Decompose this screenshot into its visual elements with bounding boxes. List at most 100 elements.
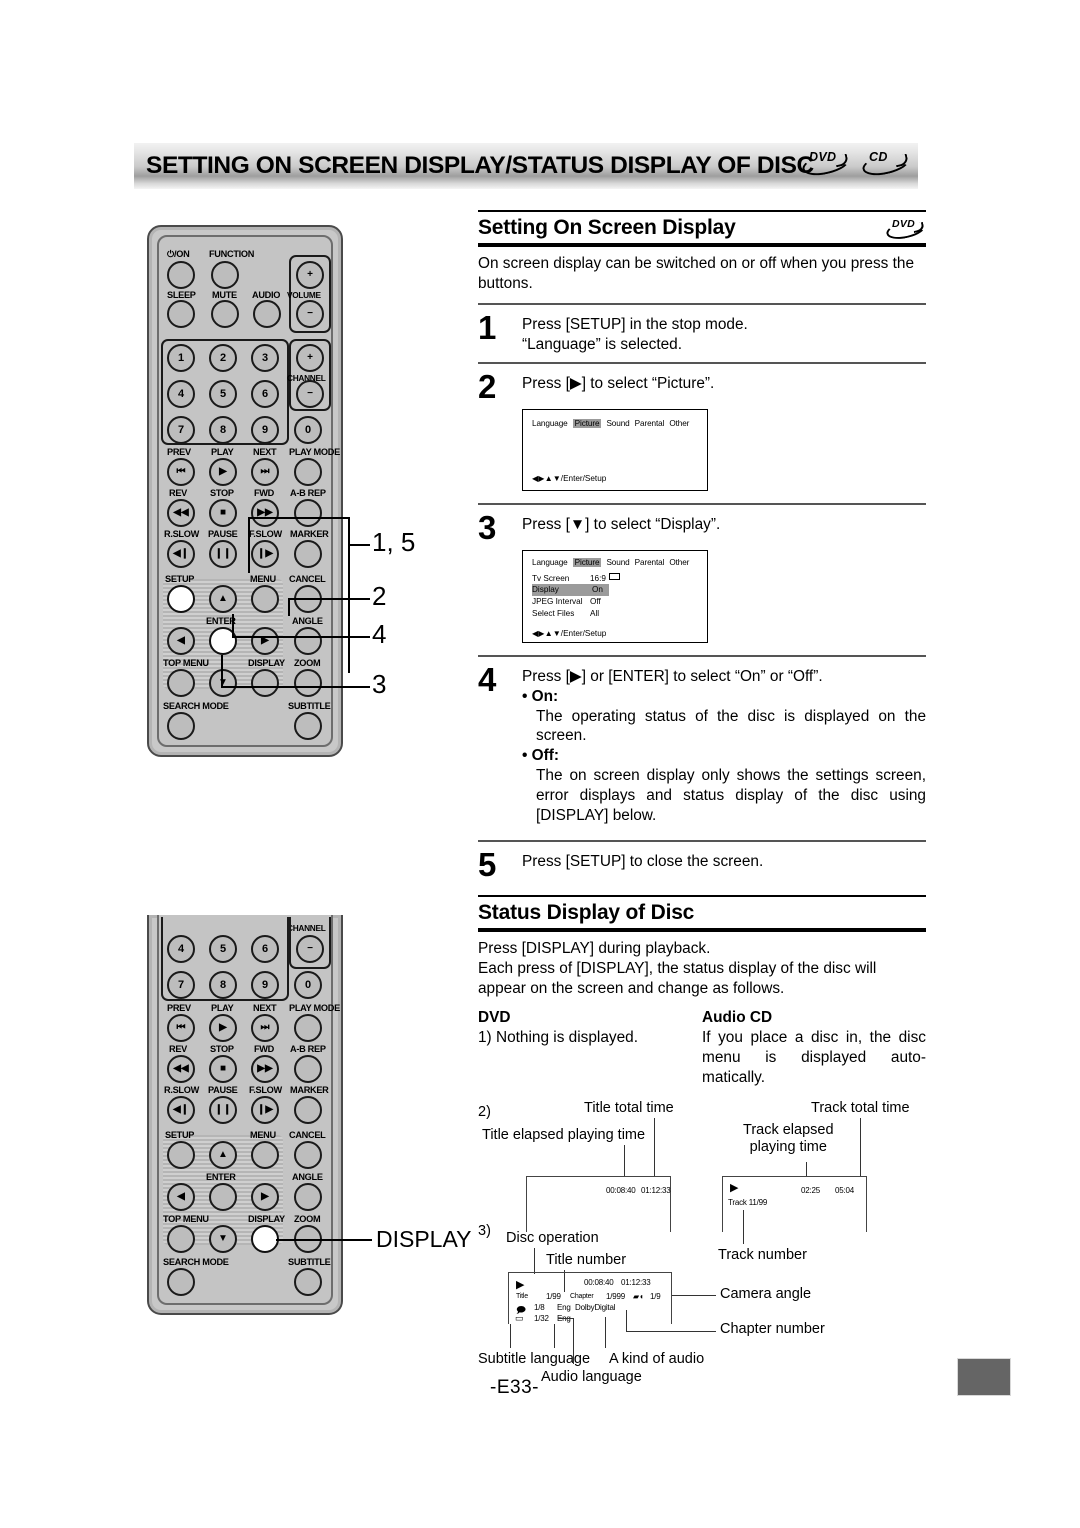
- remote1-button-down[interactable]: ▼: [209, 669, 237, 697]
- remote2-button-down[interactable]: ▼: [209, 1225, 237, 1253]
- remote2-button-0[interactable]: 0: [294, 971, 322, 999]
- remote1-button-1[interactable]: 1: [167, 344, 195, 372]
- remote1-button-power[interactable]: [167, 261, 195, 289]
- remote2-button-6[interactable]: 6: [251, 935, 279, 963]
- remote2-button-play[interactable]: ▶: [209, 1014, 237, 1042]
- remote1-button-top-menu[interactable]: [167, 669, 195, 697]
- remote1-button-4[interactable]: 4: [167, 380, 195, 408]
- remote1-button-up[interactable]: ▲: [209, 585, 237, 613]
- remote1-button-stop[interactable]: ■: [209, 499, 237, 527]
- section2-top-rule: [478, 895, 926, 898]
- remote2-button-ab-rep[interactable]: [294, 1055, 322, 1083]
- skip-back-icon: ⏮: [176, 1022, 186, 1033]
- remote2-button-5[interactable]: 5: [209, 935, 237, 963]
- remote1-label-play-mode: PLAY MODE: [289, 447, 340, 457]
- key-6-label: 6: [261, 943, 269, 955]
- remote2-button-play-mode[interactable]: [294, 1014, 322, 1042]
- remote2-button-display[interactable]: [251, 1225, 279, 1253]
- figure3-leader-chapter-h: [626, 1331, 716, 1333]
- remote1-button-0[interactable]: 0: [294, 416, 322, 444]
- remote2-button-right[interactable]: ▶: [251, 1183, 279, 1211]
- remote2-button-pause[interactable]: ❙❙: [209, 1096, 237, 1124]
- step-5-number: 5: [478, 845, 497, 883]
- remote2-button-r-slow[interactable]: ◀❙: [167, 1096, 195, 1124]
- remote1-button-marker[interactable]: [294, 540, 322, 568]
- remote1-button-8[interactable]: 8: [209, 416, 237, 444]
- remote1-button-volume-up[interactable]: +: [296, 261, 324, 289]
- remote2-button-search-mode[interactable]: [167, 1268, 195, 1296]
- remote2-button-prev[interactable]: ⏮: [167, 1014, 195, 1042]
- remote1-button-angle[interactable]: [294, 627, 322, 655]
- remote1-button-5[interactable]: 5: [209, 380, 237, 408]
- remote1-button-audio[interactable]: [253, 300, 281, 328]
- osd2-row-tv-screen[interactable]: Tv Screen 16:9: [532, 572, 620, 585]
- remote1-button-menu[interactable]: [251, 585, 279, 613]
- remote2-button-next[interactable]: ⏭: [251, 1014, 279, 1042]
- remote1-button-channel-up[interactable]: +: [296, 344, 324, 372]
- remote2-button-8[interactable]: 8: [209, 971, 237, 999]
- step5-divider: [478, 839, 926, 842]
- remote1-button-2[interactable]: 2: [209, 344, 237, 372]
- remote1-label-ab-rep: A-B REP: [290, 488, 326, 498]
- remote2-button-fwd[interactable]: ▶▶: [251, 1055, 279, 1083]
- remote1-button-setup[interactable]: [167, 585, 195, 613]
- remote1-button-f-slow[interactable]: ❙▶: [251, 540, 279, 568]
- remote2-button-top-menu[interactable]: [167, 1225, 195, 1253]
- osd2-row-jpeg-interval[interactable]: JPEG Interval Off: [532, 596, 620, 608]
- remote1-button-right[interactable]: ▶: [251, 627, 279, 655]
- remote2-button-marker[interactable]: [294, 1096, 322, 1124]
- remote2-button-setup[interactable]: [167, 1141, 195, 1169]
- remote2-button-channel-down[interactable]: −: [296, 935, 324, 963]
- plus-icon: +: [307, 269, 313, 280]
- osd2-value-jpeg-interval: Off: [590, 597, 601, 607]
- remote2-button-stop[interactable]: ■: [209, 1055, 237, 1083]
- osd2-value-select-files: All: [590, 608, 600, 618]
- callout-lead-enter: [232, 636, 350, 638]
- remote2-button-up[interactable]: ▲: [209, 1141, 237, 1169]
- remote2-button-left[interactable]: ◀: [167, 1183, 195, 1211]
- remote1-button-subtitle[interactable]: [294, 712, 322, 740]
- remote1-button-6[interactable]: 6: [251, 380, 279, 408]
- remote2-button-rev[interactable]: ◀◀: [167, 1055, 195, 1083]
- remote1-button-zoom[interactable]: [294, 669, 322, 697]
- remote2-button-angle[interactable]: [294, 1183, 322, 1211]
- remote1-button-fwd[interactable]: ▶▶: [251, 499, 279, 527]
- remote1-button-9[interactable]: 9: [251, 416, 279, 444]
- remote1-button-volume-down[interactable]: −: [296, 300, 324, 328]
- remote1-button-pause[interactable]: ❙❙: [209, 540, 237, 568]
- figure3-leader-chapter-v: [626, 1310, 628, 1332]
- remote1-button-r-slow[interactable]: ◀❙: [167, 540, 195, 568]
- rewind-icon: ◀◀: [173, 1063, 189, 1074]
- remote1-button-sleep[interactable]: [167, 300, 195, 328]
- remote1-button-display[interactable]: [251, 669, 279, 697]
- remote2-button-subtitle[interactable]: [294, 1268, 322, 1296]
- remote1-button-ab-rep[interactable]: [294, 499, 322, 527]
- osd2-row-select-files[interactable]: Select Files All: [532, 608, 620, 620]
- remote1-button-3[interactable]: 3: [251, 344, 279, 372]
- remote1-button-rev[interactable]: ◀◀: [167, 499, 195, 527]
- remote2-button-9[interactable]: 9: [251, 971, 279, 999]
- remote1-button-mute[interactable]: [211, 300, 239, 328]
- remote2-button-7[interactable]: 7: [167, 971, 195, 999]
- callout-number-2: 2: [372, 581, 387, 611]
- remote1-button-play[interactable]: ▶: [209, 458, 237, 486]
- page-side-tab-marker: [957, 1358, 1011, 1396]
- osd2-row-display[interactable]: Display On: [532, 584, 620, 597]
- remote2-button-f-slow[interactable]: ❙▶: [251, 1096, 279, 1124]
- remote1-button-play-mode[interactable]: [294, 458, 322, 486]
- remote2-button-4[interactable]: 4: [167, 935, 195, 963]
- remote1-button-function[interactable]: [211, 261, 239, 289]
- remote2-label-zoom: ZOOM: [294, 1214, 321, 1224]
- remote2-button-enter[interactable]: [209, 1183, 237, 1211]
- figure3-leader-camera-angle: [672, 1295, 716, 1297]
- remote1-button-next[interactable]: ⏭: [251, 458, 279, 486]
- remote1-button-channel-down[interactable]: −: [296, 380, 324, 408]
- remote2-button-cancel[interactable]: [294, 1141, 322, 1169]
- remote2-label-display: DISPLAY: [248, 1214, 285, 1224]
- remote1-button-left[interactable]: ◀: [167, 627, 195, 655]
- remote1-button-7[interactable]: 7: [167, 416, 195, 444]
- remote1-button-search-mode[interactable]: [167, 712, 195, 740]
- remote2-button-menu[interactable]: [251, 1141, 279, 1169]
- remote1-button-prev[interactable]: ⏮: [167, 458, 195, 486]
- figure3-leader-disc-operation: [534, 1248, 536, 1274]
